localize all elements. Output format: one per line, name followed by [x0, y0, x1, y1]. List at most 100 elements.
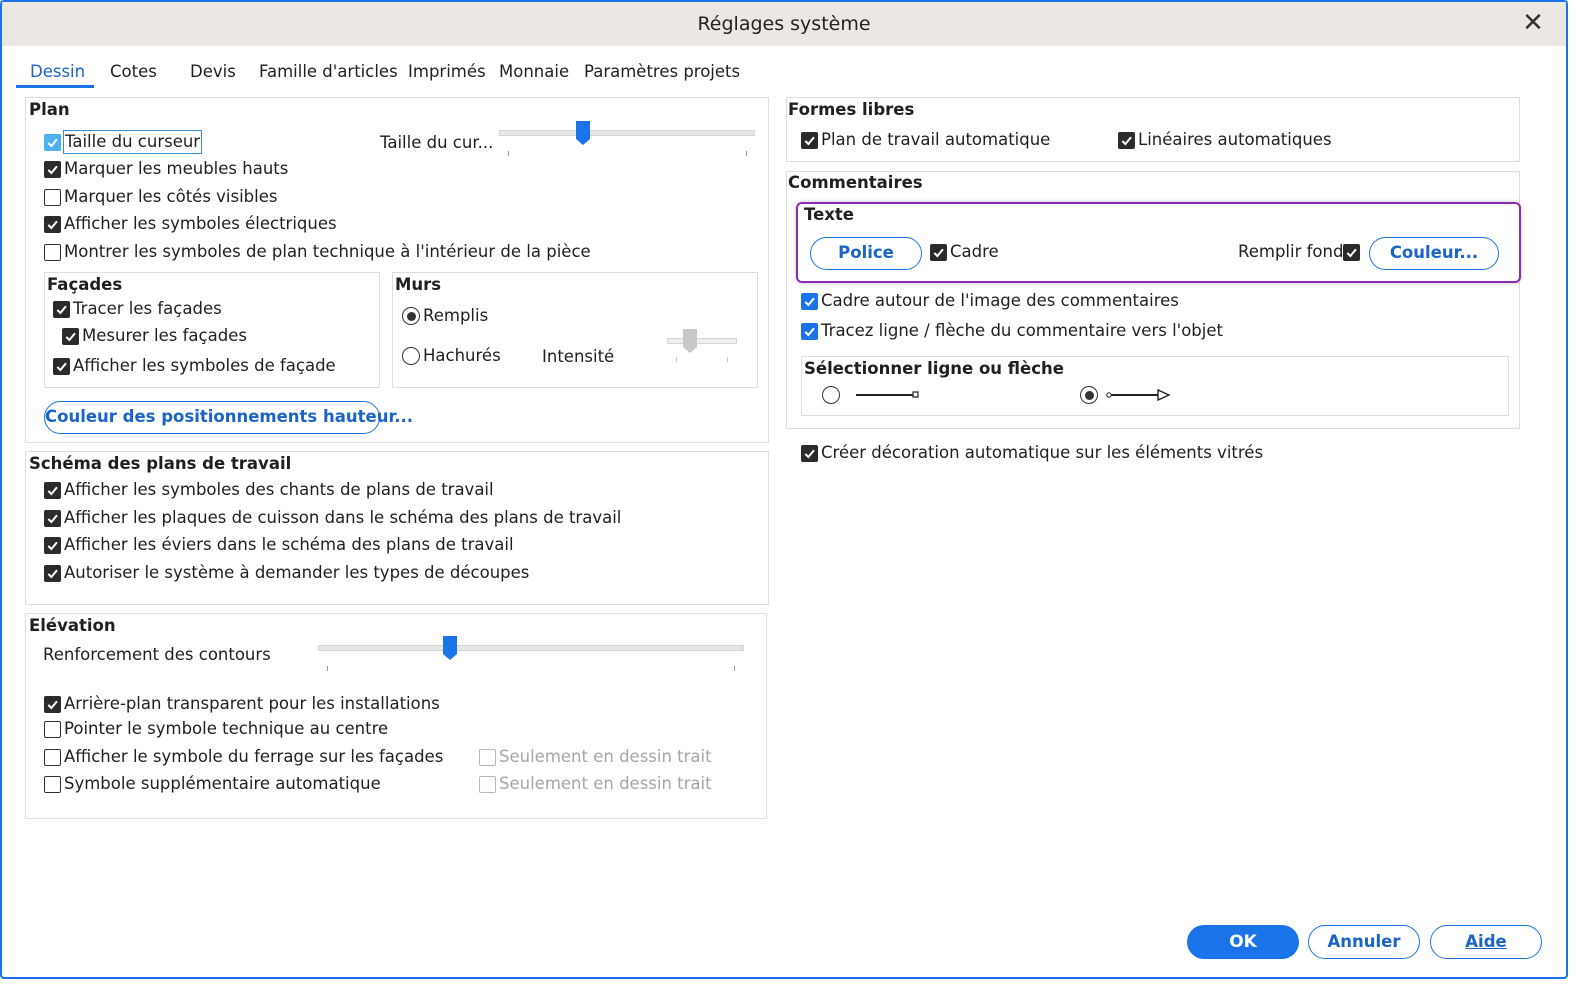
- line-option-radio[interactable]: [822, 386, 840, 404]
- draw-facades-label: Tracer les façades: [73, 299, 222, 318]
- comment-line-checkbox[interactable]: [801, 322, 818, 340]
- ok-button[interactable]: OK: [1187, 925, 1299, 959]
- draw-facades-row[interactable]: Tracer les façades: [53, 298, 222, 320]
- mark-visible-sides-checkbox[interactable]: [44, 188, 61, 206]
- line-option-row[interactable]: [822, 384, 843, 406]
- only-line-checkbox-2: [479, 775, 496, 793]
- murs-group: [392, 272, 758, 388]
- transparent-bg-checkbox[interactable]: [44, 695, 61, 713]
- tab-parametres-projets[interactable]: Paramètres projets: [584, 58, 740, 86]
- electrical-symbols-label: Afficher les symboles électriques: [64, 214, 337, 233]
- draw-facades-checkbox[interactable]: [53, 300, 70, 318]
- texte-title: Texte: [804, 205, 854, 224]
- facade-symbols-checkbox[interactable]: [53, 357, 70, 375]
- hinge-symbol-checkbox[interactable]: [44, 748, 61, 766]
- point-center-label: Pointer le symbole technique au centre: [64, 719, 389, 738]
- facade-symbols-label: Afficher les symboles de façade: [73, 356, 336, 375]
- mark-high-furniture-row[interactable]: Marquer les meubles hauts: [44, 158, 288, 180]
- font-button[interactable]: Police: [810, 237, 922, 270]
- radio-dot: [1084, 390, 1094, 400]
- extra-symbol-checkbox[interactable]: [44, 775, 61, 793]
- auto-worktop-row[interactable]: Plan de travail automatique: [801, 129, 1050, 151]
- measure-facades-row[interactable]: Mesurer les façades: [62, 325, 247, 347]
- mark-visible-sides-label: Marquer les côtés visibles: [64, 187, 278, 206]
- frame-checkbox[interactable]: [930, 243, 947, 261]
- cutout-types-checkbox[interactable]: [44, 564, 61, 582]
- walls-hatched-radio[interactable]: [402, 347, 420, 365]
- technical-symbols-checkbox[interactable]: [44, 243, 61, 261]
- measure-facades-checkbox[interactable]: [62, 327, 79, 345]
- height-color-button[interactable]: Couleur des positionnements hauteur...: [44, 401, 413, 434]
- cursor-size-checkbox[interactable]: [44, 133, 61, 151]
- fill-bg-row[interactable]: Remplir fond: [1238, 241, 1363, 263]
- tab-cotes[interactable]: Cotes: [110, 58, 157, 86]
- cursor-size-slider-thumb[interactable]: [575, 120, 591, 146]
- slider-tick: [508, 151, 509, 156]
- mark-visible-sides-row[interactable]: Marquer les côtés visibles: [44, 186, 278, 208]
- walls-filled-radio[interactable]: [402, 307, 420, 325]
- edge-symbols-row[interactable]: Afficher les symboles des chants de plan…: [44, 479, 494, 501]
- line-end-icon: [912, 391, 919, 398]
- comment-line-row[interactable]: Tracez ligne / flèche du commentaire ver…: [801, 320, 1223, 342]
- walls-hatched-row[interactable]: Hachurés: [402, 345, 501, 367]
- point-center-checkbox[interactable]: [44, 720, 61, 738]
- hobs-label: Afficher les plaques de cuisson dans le …: [64, 508, 622, 527]
- contour-slider-track[interactable]: [318, 645, 744, 651]
- only-line-label-1: Seulement en dessin trait: [499, 747, 712, 766]
- cancel-button[interactable]: Annuler: [1308, 925, 1420, 959]
- auto-worktop-checkbox[interactable]: [801, 131, 818, 149]
- electrical-symbols-row[interactable]: Afficher les symboles électriques: [44, 213, 337, 235]
- cursor-size-slider-label: Taille du cur...: [380, 133, 494, 152]
- point-center-row[interactable]: Pointer le symbole technique au centre: [44, 718, 388, 740]
- cutout-types-row[interactable]: Autoriser le système à demander les type…: [44, 562, 529, 584]
- transparent-bg-row[interactable]: Arrière-plan transparent pour les instal…: [44, 693, 440, 715]
- only-line-checkbox-1: [479, 748, 496, 766]
- arrow-option-row[interactable]: [1080, 384, 1101, 406]
- cursor-size-slider-track[interactable]: [499, 130, 755, 136]
- help-button[interactable]: Aide: [1430, 925, 1542, 959]
- extra-symbol-row[interactable]: Symbole supplémentaire automatique: [44, 773, 381, 795]
- settings-dialog: Réglages système ✕ Dessin Cotes Devis Fa…: [0, 0, 1568, 979]
- facade-symbols-row[interactable]: Afficher les symboles de façade: [53, 355, 336, 377]
- cursor-size-row[interactable]: Taille du curseur: [44, 130, 203, 154]
- mark-high-furniture-label: Marquer les meubles hauts: [64, 159, 289, 178]
- edge-symbols-checkbox[interactable]: [44, 481, 61, 499]
- auto-linears-checkbox[interactable]: [1118, 131, 1135, 149]
- tab-imprimes[interactable]: Imprimés: [408, 58, 486, 86]
- intensity-slider-thumb: [683, 329, 697, 353]
- hobs-row[interactable]: Afficher les plaques de cuisson dans le …: [44, 507, 621, 529]
- title-bar: Réglages système ✕: [2, 2, 1566, 46]
- cutout-types-label: Autoriser le système à demander les type…: [64, 563, 530, 582]
- color-button[interactable]: Couleur...: [1369, 237, 1499, 270]
- tab-devis[interactable]: Devis: [190, 58, 236, 86]
- glass-decoration-label: Créer décoration automatique sur les élé…: [821, 443, 1264, 462]
- sinks-checkbox[interactable]: [44, 536, 61, 554]
- hobs-checkbox[interactable]: [44, 509, 61, 527]
- walls-filled-row[interactable]: Remplis: [402, 305, 488, 327]
- auto-linears-label: Linéaires automatiques: [1138, 130, 1332, 149]
- frame-label: Cadre: [950, 242, 999, 261]
- glass-decoration-checkbox[interactable]: [801, 444, 818, 462]
- contour-slider-thumb[interactable]: [442, 635, 458, 661]
- slider-tick: [327, 666, 328, 671]
- edge-symbols-label: Afficher les symboles des chants de plan…: [64, 480, 494, 499]
- tab-famille-articles[interactable]: Famille d'articles: [259, 58, 398, 86]
- auto-linears-row[interactable]: Linéaires automatiques: [1118, 129, 1332, 151]
- electrical-symbols-checkbox[interactable]: [44, 215, 61, 233]
- mark-high-furniture-checkbox[interactable]: [44, 160, 61, 178]
- close-icon[interactable]: ✕: [1518, 8, 1548, 38]
- comment-frame-row[interactable]: Cadre autour de l'image des commentaires: [801, 290, 1179, 312]
- hinge-symbol-row[interactable]: Afficher le symbole du ferrage sur les f…: [44, 746, 443, 768]
- arrow-option-radio[interactable]: [1080, 386, 1098, 404]
- cursor-size-label: Taille du curseur: [62, 130, 203, 154]
- tab-dessin[interactable]: Dessin: [30, 58, 85, 86]
- technical-symbols-row[interactable]: Montrer les symboles de plan technique à…: [44, 241, 591, 263]
- frame-row[interactable]: Cadre: [930, 241, 999, 263]
- comment-frame-checkbox[interactable]: [801, 292, 818, 310]
- sinks-row[interactable]: Afficher les éviers dans le schéma des p…: [44, 534, 514, 556]
- fill-bg-checkbox[interactable]: [1343, 243, 1361, 261]
- walls-filled-label: Remplis: [423, 306, 489, 325]
- radio-dot: [406, 311, 416, 321]
- tab-monnaie[interactable]: Monnaie: [499, 58, 569, 86]
- glass-decoration-row[interactable]: Créer décoration automatique sur les élé…: [801, 442, 1263, 464]
